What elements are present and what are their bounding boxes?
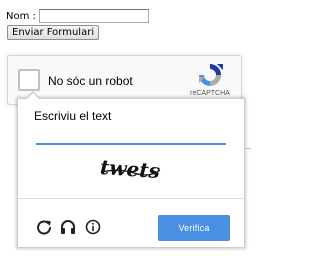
captcha-answer-input[interactable] — [36, 129, 226, 145]
recaptcha-logo[interactable]: reCAPTCHA — [185, 61, 235, 97]
popup-arrow-inner — [26, 93, 40, 100]
captcha-image-text: twets — [99, 155, 161, 183]
page-divider-fragment — [246, 148, 251, 149]
challenge-title: Escriviu el text — [34, 109, 112, 123]
verify-button[interactable]: Verifica — [158, 215, 230, 241]
captcha-image: twets — [99, 155, 161, 183]
headphones-icon[interactable] — [60, 219, 76, 235]
challenge-divider — [18, 198, 244, 199]
not-robot-checkbox[interactable] — [18, 69, 40, 91]
captcha-challenge-popup: Escriviu el text twets Verifica — [17, 91, 245, 248]
name-label: Nom : — [6, 10, 36, 22]
not-robot-label: No sóc un robot — [48, 74, 133, 88]
info-icon[interactable] — [85, 219, 101, 235]
reload-icon[interactable] — [36, 219, 52, 235]
name-input[interactable] — [38, 9, 149, 23]
name-row: Nom : — [6, 9, 149, 23]
recaptcha-logo-text: reCAPTCHA — [190, 90, 230, 97]
submit-form-button[interactable]: Enviar Formulari — [7, 25, 100, 40]
recaptcha-logo-icon — [199, 64, 223, 86]
